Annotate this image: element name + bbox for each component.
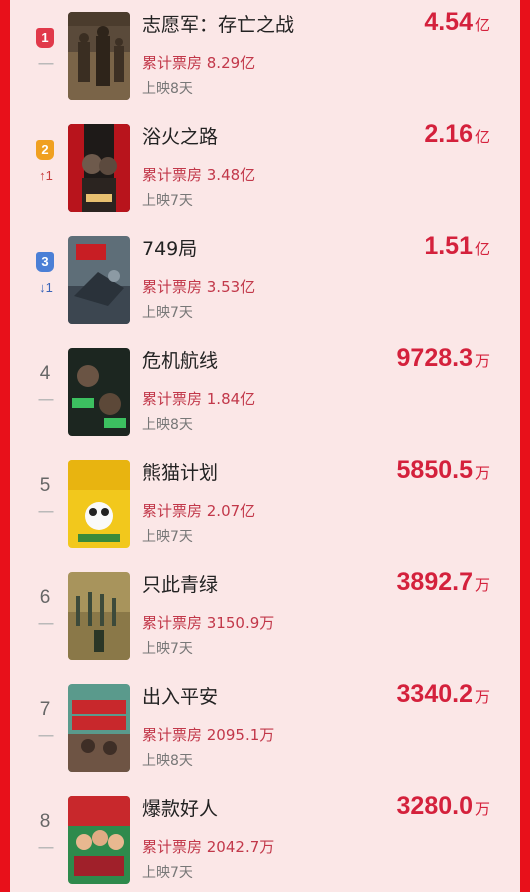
cumulative-box-office: 累计票房 2095.1万 (142, 726, 275, 744)
rank-indicator: 1 (36, 28, 54, 50)
box-office-unit: 万 (474, 800, 490, 818)
box-office-value: 4.54 (424, 8, 473, 36)
movie-poster[interactable] (68, 124, 130, 212)
rank-badge: 3 (36, 252, 54, 272)
rank-change-indicator: — (38, 615, 54, 632)
days-in-release: 上映7天 (142, 641, 193, 657)
rank-change-indicator: — (38, 727, 54, 744)
movie-poster[interactable] (68, 684, 130, 772)
daily-box-office: 5850.5 万 (397, 456, 490, 485)
rank-indicator: 2 (36, 140, 54, 162)
rank-number: 5 (39, 475, 51, 496)
rank-indicator: 4 (36, 364, 54, 386)
movie-title: 爆款好人 (142, 798, 219, 820)
cumulative-box-office: 累计票房 3150.9万 (142, 614, 275, 632)
daily-box-office: 4.54 亿 (424, 8, 490, 37)
list-item-movie-8[interactable]: 8 — 爆款好人 累计票房 2042.7万 上映7天 3280.0 万 (10, 784, 520, 892)
list-item-movie-5[interactable]: 5 — 熊猫计划 累计票房 2.07亿 上映7天 5850.5 万 (10, 448, 520, 560)
daily-box-office: 9728.3 万 (397, 344, 490, 373)
movie-title: 志愿军：存亡之战 (142, 14, 295, 36)
rank-change-indicator: — (38, 839, 54, 856)
rank-number: 4 (39, 363, 51, 384)
list-item-movie-1[interactable]: 1 — 志愿军：存亡之战 累计票房 8.29亿 上映8天 4.54 亿 (10, 0, 520, 112)
movie-poster[interactable] (68, 460, 130, 548)
box-office-unit: 万 (474, 464, 490, 482)
cumulative-box-office: 累计票房 8.29亿 (142, 54, 256, 72)
rank-change-indicator: — (38, 391, 54, 408)
days-in-release: 上映8天 (142, 81, 193, 97)
box-office-unit: 万 (474, 576, 490, 594)
movie-title: 危机航线 (142, 350, 219, 372)
daily-box-office: 1.51 亿 (424, 232, 490, 261)
box-office-unit: 万 (474, 688, 490, 706)
list-item-movie-4[interactable]: 4 — 危机航线 累计票房 1.84亿 上映8天 9728.3 万 (10, 336, 520, 448)
rank-number: 6 (39, 587, 51, 608)
days-in-release: 上映7天 (142, 865, 193, 881)
rank-indicator: 8 (36, 812, 54, 834)
rank-badge: 2 (36, 140, 54, 160)
movie-poster[interactable] (68, 348, 130, 436)
movie-poster[interactable] (68, 796, 130, 884)
list-item-movie-6[interactable]: 6 — 只此青绿 累计票房 3150.9万 上映7天 3892.7 万 (10, 560, 520, 672)
movie-poster[interactable] (68, 572, 130, 660)
rank-number: 8 (39, 811, 51, 832)
daily-box-office: 3892.7 万 (397, 568, 490, 597)
box-office-value: 9728.3 (396, 344, 473, 372)
rank-indicator: 3 (36, 252, 54, 274)
movie-poster[interactable] (68, 12, 130, 100)
days-in-release: 上映7天 (142, 193, 193, 209)
days-in-release: 上映7天 (142, 529, 193, 545)
box-office-unit: 亿 (474, 240, 490, 258)
box-office-value: 3892.7 (396, 568, 473, 596)
list-item-movie-7[interactable]: 7 — 出入平安 累计票房 2095.1万 上映8天 3340.2 万 (10, 672, 520, 784)
days-in-release: 上映8天 (142, 417, 193, 433)
rank-indicator: 5 (36, 476, 54, 498)
movie-title: 只此青绿 (142, 574, 219, 596)
box-office-unit: 万 (474, 352, 490, 370)
list-item-movie-2[interactable]: 2 ↑1 浴火之路 累计票房 3.48亿 上映7天 2.16 亿 (10, 112, 520, 224)
rank-badge: 1 (36, 28, 54, 48)
rank-number: 7 (39, 699, 51, 720)
box-office-ranking-list: 1 — 志愿军：存亡之战 累计票房 8.29亿 上映8天 4.54 亿 2 ↑1… (10, 0, 520, 892)
movie-title: 熊猫计划 (142, 462, 219, 484)
daily-box-office: 3340.2 万 (397, 680, 490, 709)
daily-box-office: 2.16 亿 (424, 120, 490, 149)
cumulative-box-office: 累计票房 3.53亿 (142, 278, 256, 296)
cumulative-box-office: 累计票房 1.84亿 (142, 390, 256, 408)
list-item-movie-3[interactable]: 3 ↓1 749局 累计票房 3.53亿 上映7天 1.51 亿 (10, 224, 520, 336)
movie-title: 出入平安 (142, 686, 219, 708)
box-office-value: 2.16 (424, 120, 473, 148)
rank-change-indicator: — (38, 503, 54, 520)
cumulative-box-office: 累计票房 2.07亿 (142, 502, 256, 520)
rank-change-indicator: ↑1 (39, 168, 53, 183)
days-in-release: 上映7天 (142, 305, 193, 321)
movie-poster[interactable] (68, 236, 130, 324)
box-office-unit: 亿 (474, 128, 490, 146)
box-office-value: 5850.5 (396, 456, 473, 484)
cumulative-box-office: 累计票房 3.48亿 (142, 166, 256, 184)
rank-change-indicator: — (38, 55, 54, 72)
box-office-value: 1.51 (424, 232, 473, 260)
rank-indicator: 7 (36, 700, 54, 722)
rank-indicator: 6 (36, 588, 54, 610)
box-office-value: 3280.0 (396, 792, 473, 820)
box-office-unit: 亿 (474, 16, 490, 34)
movie-title: 749局 (142, 238, 198, 260)
cumulative-box-office: 累计票房 2042.7万 (142, 838, 275, 856)
days-in-release: 上映8天 (142, 753, 193, 769)
rank-change-indicator: ↓1 (39, 280, 53, 295)
movie-title: 浴火之路 (142, 126, 219, 148)
box-office-value: 3340.2 (396, 680, 473, 708)
daily-box-office: 3280.0 万 (397, 792, 490, 821)
